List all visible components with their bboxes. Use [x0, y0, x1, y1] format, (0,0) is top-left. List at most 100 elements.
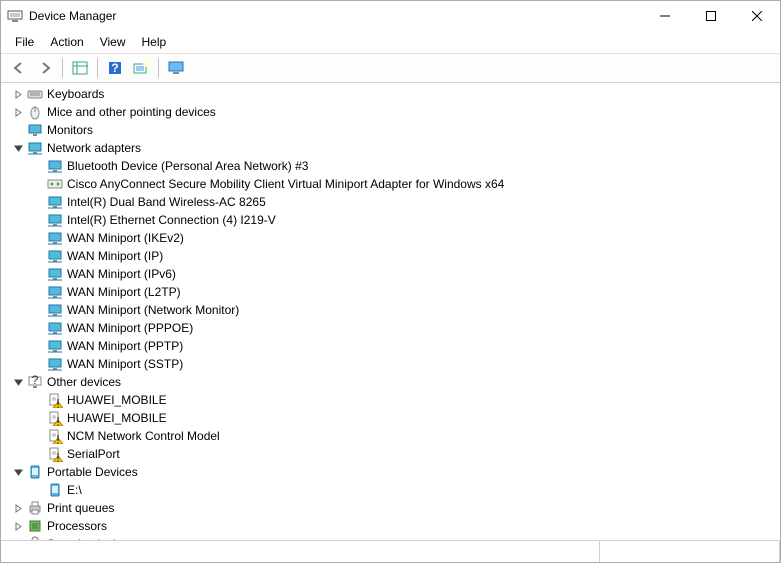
help-button[interactable]: ?	[103, 57, 127, 79]
tree-node-label: Bluetooth Device (Personal Area Network)…	[67, 159, 308, 173]
printer-icon	[27, 500, 43, 516]
svg-text:!: !	[56, 451, 59, 463]
tree-node-label: WAN Miniport (PPTP)	[67, 339, 183, 353]
svg-text:!: !	[56, 433, 59, 445]
tree-node[interactable]: Portable Devices	[1, 463, 780, 481]
tree-node[interactable]: E:\	[1, 481, 780, 499]
tree-node-label: WAN Miniport (PPPOE)	[67, 321, 193, 335]
processor-icon	[27, 518, 43, 534]
window-controls	[642, 1, 780, 31]
net-adapter-icon	[47, 356, 63, 372]
tree-node[interactable]: WAN Miniport (PPPOE)	[1, 319, 780, 337]
tree-node[interactable]: Mice and other pointing devices	[1, 103, 780, 121]
device-manager-icon	[7, 8, 23, 24]
tree-node[interactable]: WAN Miniport (Network Monitor)	[1, 301, 780, 319]
tree-node[interactable]: !HUAWEI_MOBILE	[1, 409, 780, 427]
tree-node[interactable]: WAN Miniport (PPTP)	[1, 337, 780, 355]
net-adapter-icon	[47, 266, 63, 282]
monitor-button[interactable]	[164, 57, 188, 79]
menubar: File Action View Help	[1, 31, 780, 54]
status-cell	[1, 541, 600, 562]
tree-node[interactable]: ?Other devices	[1, 373, 780, 391]
tree-node[interactable]: ! SerialPort	[1, 445, 780, 463]
tree-node-label: Mice and other pointing devices	[47, 105, 216, 119]
back-button[interactable]	[7, 57, 31, 79]
drive-icon	[47, 482, 63, 498]
tree-node[interactable]: WAN Miniport (IKEv2)	[1, 229, 780, 247]
tree-node[interactable]: Keyboards	[1, 85, 780, 103]
tree-node-label: WAN Miniport (IKEv2)	[67, 231, 184, 245]
collapse-icon[interactable]	[11, 141, 25, 155]
net-adapter-icon	[47, 248, 63, 264]
device-tree[interactable]: Keyboards Mice and other pointing devices…	[1, 83, 780, 540]
expand-icon[interactable]	[11, 501, 25, 515]
svg-text:!: !	[56, 397, 59, 409]
tree-node-label: NCM Network Control Model	[67, 429, 220, 443]
menu-file[interactable]: File	[7, 33, 42, 51]
menu-action[interactable]: Action	[42, 33, 91, 51]
tree-node[interactable]: Processors	[1, 517, 780, 535]
svg-text:?: ?	[32, 374, 39, 387]
security-icon	[27, 536, 43, 540]
tree-node[interactable]: Bluetooth Device (Personal Area Network)…	[1, 157, 780, 175]
tree-node-label: Intel(R) Ethernet Connection (4) I219-V	[67, 213, 276, 227]
tree-node[interactable]: WAN Miniport (IPv6)	[1, 265, 780, 283]
net-virtual-icon	[47, 176, 63, 192]
tree-node-label: WAN Miniport (IPv6)	[67, 267, 176, 281]
tree-node-label: SerialPort	[67, 447, 120, 461]
tree-node[interactable]: Monitors	[1, 121, 780, 139]
menu-view[interactable]: View	[92, 33, 134, 51]
expand-icon[interactable]	[11, 537, 25, 540]
tree-node-label: Processors	[47, 519, 107, 533]
toolbar-separator	[158, 58, 159, 78]
window-title: Device Manager	[29, 9, 642, 23]
scan-hardware-button[interactable]	[129, 57, 153, 79]
tree-node[interactable]: Intel(R) Ethernet Connection (4) I219-V	[1, 211, 780, 229]
tree-node-label: WAN Miniport (Network Monitor)	[67, 303, 239, 317]
monitor-icon	[27, 122, 43, 138]
tree-node[interactable]: WAN Miniport (L2TP)	[1, 283, 780, 301]
tree-node[interactable]: Network adapters	[1, 139, 780, 157]
svg-text:!: !	[56, 415, 59, 427]
tree-node-label: Network adapters	[47, 141, 141, 155]
tree-node[interactable]: WAN Miniport (SSTP)	[1, 355, 780, 373]
unknown-warn-icon: !	[47, 410, 63, 426]
tree-node[interactable]: Security devices	[1, 535, 780, 540]
collapse-icon[interactable]	[11, 465, 25, 479]
forward-button[interactable]	[33, 57, 57, 79]
close-button[interactable]	[734, 1, 780, 31]
status-cell	[600, 541, 780, 562]
tree-node[interactable]: ! HUAWEI_MOBILE	[1, 391, 780, 409]
expand-icon[interactable]	[11, 87, 25, 101]
tree-node-label: Keyboards	[47, 87, 104, 101]
tree-node-label: WAN Miniport (IP)	[67, 249, 163, 263]
unknown-warn-icon: !	[47, 392, 63, 408]
net-adapter-icon	[47, 230, 63, 246]
tree-node[interactable]: ! NCM Network Control Model	[1, 427, 780, 445]
expand-icon[interactable]	[11, 519, 25, 533]
tree-node[interactable]: Print queues	[1, 499, 780, 517]
toolbar-separator	[62, 58, 63, 78]
other-icon: ?	[27, 374, 43, 390]
maximize-button[interactable]	[688, 1, 734, 31]
tree-node-label: HUAWEI_MOBILE	[67, 393, 167, 407]
titlebar: Device Manager	[1, 1, 780, 31]
net-adapter-icon	[47, 212, 63, 228]
net-adapter-icon	[47, 194, 63, 210]
menu-help[interactable]: Help	[134, 33, 175, 51]
portable-icon	[27, 464, 43, 480]
unknown-warn-icon: !	[47, 428, 63, 444]
tree-node[interactable]: WAN Miniport (IP)	[1, 247, 780, 265]
tree-node[interactable]: Cisco AnyConnect Secure Mobility Client …	[1, 175, 780, 193]
show-hide-tree-button[interactable]	[68, 57, 92, 79]
minimize-button[interactable]	[642, 1, 688, 31]
unknown-warn-icon: !	[47, 446, 63, 462]
net-adapter-icon	[47, 338, 63, 354]
net-adapter-icon	[47, 302, 63, 318]
tree-node-label: WAN Miniport (SSTP)	[67, 357, 183, 371]
collapse-icon[interactable]	[11, 375, 25, 389]
tree-node-label: Portable Devices	[47, 465, 138, 479]
expand-icon[interactable]	[11, 105, 25, 119]
tree-node[interactable]: Intel(R) Dual Band Wireless-AC 8265	[1, 193, 780, 211]
net-adapter-icon	[47, 284, 63, 300]
